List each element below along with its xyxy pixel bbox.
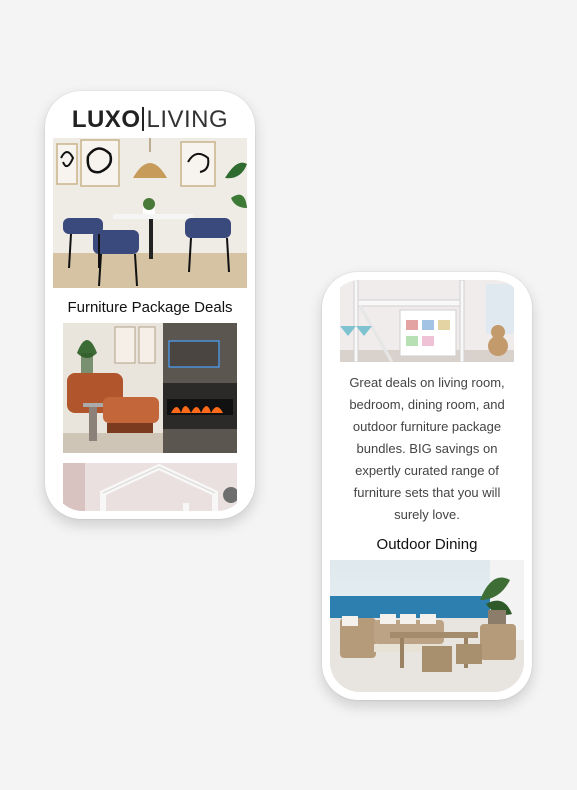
phone-mockup-left: LUXO LIVING Furniture Package Deals	[45, 91, 255, 519]
dining-room-image[interactable]	[53, 138, 247, 288]
section-title-outdoor-dining: Outdoor Dining	[376, 536, 478, 553]
outdoor-dining-image[interactable]	[330, 560, 524, 692]
living-room-fireplace-image[interactable]	[63, 323, 237, 453]
package-deals-description: Great deals on living room, bedroom, din…	[349, 375, 505, 522]
brand-logo[interactable]: LUXO LIVING	[53, 105, 247, 135]
phone-screen-right: Great deals on living room, bedroom, din…	[330, 280, 524, 692]
section-title-furniture-package-deals: Furniture Package Deals	[67, 299, 233, 316]
phone-screen-left: LUXO LIVING Furniture Package Deals	[53, 99, 247, 511]
phone-mockup-right: Great deals on living room, bedroom, din…	[322, 272, 532, 700]
kids-bed-image[interactable]	[63, 463, 237, 511]
loft-bed-image[interactable]	[340, 280, 514, 362]
